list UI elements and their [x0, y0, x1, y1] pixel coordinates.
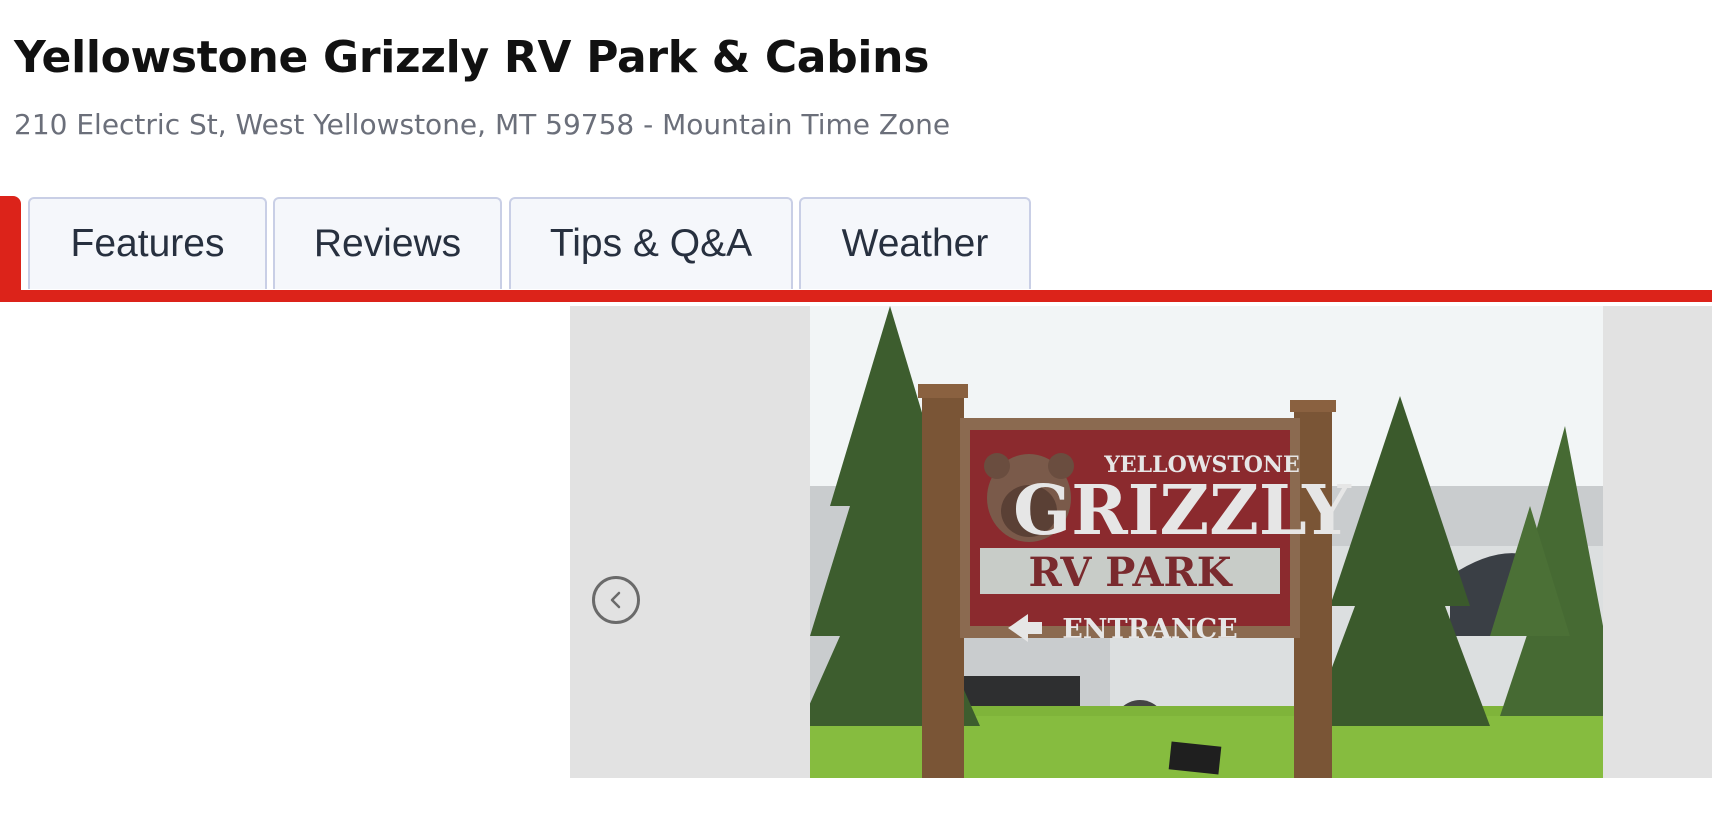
page-title: Yellowstone Grizzly RV Park & Cabins [14, 32, 930, 83]
chevron-left-icon [610, 591, 621, 609]
tab-weather[interactable]: Weather [799, 197, 1031, 289]
tab-underline [0, 290, 1712, 302]
tab-active-overview[interactable] [0, 196, 21, 290]
tab-features[interactable]: Features [28, 197, 267, 289]
sign-text-grizzly: GRIZZLY [1013, 471, 1352, 551]
sign-text-entrance: ENTRANCE [1062, 614, 1238, 645]
tab-tips-qa[interactable]: Tips & Q&A [509, 197, 793, 289]
sign-text-rv-park: RV PARK [1029, 549, 1233, 596]
gallery-prev-button[interactable] [592, 576, 640, 624]
photo-gallery: YELLOWSTONE GRIZZLY RV PARK ENTRANCE [570, 306, 1712, 778]
tab-reviews[interactable]: Reviews [273, 197, 502, 289]
gallery-photo[interactable]: YELLOWSTONE GRIZZLY RV PARK ENTRANCE [810, 306, 1603, 778]
tab-bar: Features Reviews Tips & Q&A Weather [0, 196, 1712, 306]
address-line: 210 Electric St, West Yellowstone, MT 59… [14, 108, 951, 141]
